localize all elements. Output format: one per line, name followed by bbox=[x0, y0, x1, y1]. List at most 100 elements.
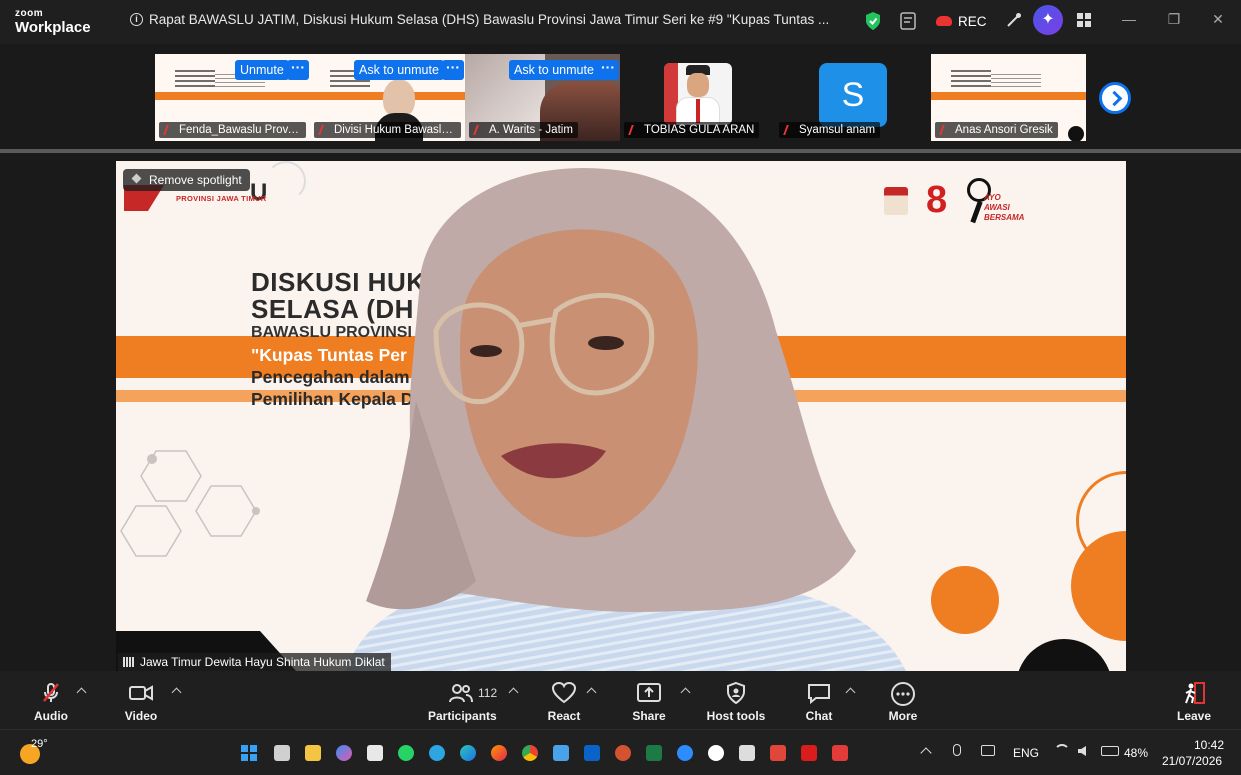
more-label: More bbox=[888, 709, 918, 723]
audio-label: Audio bbox=[34, 709, 68, 723]
react-label: React bbox=[547, 709, 581, 723]
task-view-icon[interactable] bbox=[274, 745, 290, 761]
participants-label: Participants bbox=[428, 709, 497, 723]
volume-icon[interactable] bbox=[1078, 746, 1086, 756]
host-tools-label: Host tools bbox=[706, 709, 766, 723]
participants-options-chevron-icon[interactable] bbox=[508, 687, 519, 698]
start-icon[interactable] bbox=[241, 745, 257, 761]
notepad-icon[interactable] bbox=[553, 745, 569, 761]
more-button[interactable]: More bbox=[886, 681, 920, 723]
mic-muted-icon bbox=[43, 683, 59, 702]
remove-spotlight-button[interactable]: Remove spotlight bbox=[123, 169, 250, 191]
audio-options-chevron-icon[interactable] bbox=[76, 687, 87, 698]
excel-icon[interactable] bbox=[646, 745, 662, 761]
more-options-button[interactable]: ··· bbox=[442, 60, 464, 80]
leave-door-icon bbox=[1185, 682, 1205, 704]
heart-icon bbox=[551, 681, 577, 704]
avatar: S bbox=[819, 63, 887, 127]
logo-top: zoom bbox=[15, 8, 44, 19]
chat-options-chevron-icon[interactable] bbox=[845, 687, 856, 698]
chat-label: Chat bbox=[805, 709, 833, 723]
store-icon[interactable] bbox=[367, 745, 383, 761]
participant-thumbnail[interactable]: Anas Ansori Gresik bbox=[931, 54, 1086, 141]
react-options-chevron-icon[interactable] bbox=[586, 687, 597, 698]
share-options-chevron-icon[interactable] bbox=[680, 687, 691, 698]
annotate-icon[interactable] bbox=[1005, 11, 1023, 29]
apps-grid-icon[interactable] bbox=[1076, 12, 1092, 28]
snipping-icon[interactable] bbox=[739, 745, 755, 761]
clock-date[interactable]: 21/07/2026 bbox=[1162, 754, 1222, 768]
pdf-editor-icon[interactable] bbox=[832, 745, 848, 761]
language-indicator[interactable]: ENG bbox=[1013, 746, 1039, 760]
tray-overflow-chevron-icon[interactable] bbox=[920, 747, 932, 759]
whatsapp-icon[interactable] bbox=[398, 745, 414, 761]
minimize-icon[interactable]: — bbox=[1122, 12, 1136, 26]
video-button[interactable]: Video bbox=[122, 681, 160, 723]
unmute-button[interactable]: Unmute bbox=[235, 60, 289, 80]
telegram-icon[interactable] bbox=[429, 745, 445, 761]
participant-thumbnail[interactable]: Unmute ··· Fenda_Bawaslu Prov. J... bbox=[155, 54, 310, 141]
battery-icon[interactable] bbox=[1101, 746, 1119, 756]
speaker-name-label: Jawa Timur Dewita Hayu Shinta Hukum Dikl… bbox=[118, 653, 391, 671]
participant-thumbnail[interactable]: S Syamsul anam bbox=[775, 54, 930, 141]
ask-to-unmute-button[interactable]: Ask to unmute bbox=[509, 60, 599, 80]
participant-thumbnail[interactable]: Ask to unmute ··· A. Warits - Jatim bbox=[465, 54, 620, 141]
encryption-shield-icon[interactable] bbox=[864, 11, 882, 31]
participant-photo bbox=[664, 63, 732, 125]
leave-button[interactable]: Leave bbox=[1176, 681, 1212, 723]
host-shield-icon bbox=[727, 681, 745, 705]
share-button[interactable]: Share bbox=[630, 681, 668, 723]
slide-text-lines bbox=[175, 70, 215, 90]
file-explorer-icon[interactable] bbox=[305, 745, 321, 761]
video-label: Video bbox=[124, 709, 158, 723]
ai-companion-icon[interactable]: ✦ bbox=[1033, 5, 1063, 35]
host-tools-button[interactable]: Host tools bbox=[706, 681, 766, 723]
slide-text-lines bbox=[991, 74, 1041, 88]
next-page-icon[interactable] bbox=[1099, 82, 1131, 114]
close-icon[interactable]: ✕ bbox=[1211, 12, 1225, 26]
participant-name: Divisi Hukum Bawaslu ... bbox=[314, 122, 461, 138]
pdf-app-icon[interactable] bbox=[770, 745, 786, 761]
participant-name: TOBIAS GULA ARAN bbox=[624, 122, 760, 138]
notes-icon[interactable] bbox=[900, 12, 916, 30]
weather-widget[interactable]: 29° bbox=[20, 738, 60, 768]
participant-thumbnail[interactable]: TOBIAS GULA ARAN bbox=[620, 54, 775, 141]
video-camera-icon bbox=[129, 685, 153, 701]
strip-divider[interactable] bbox=[0, 149, 1241, 153]
participant-name: A. Warits - Jatim bbox=[469, 122, 578, 138]
participant-name: Fenda_Bawaslu Prov. J... bbox=[159, 122, 306, 138]
copilot-icon[interactable] bbox=[336, 745, 352, 761]
mic-tray-icon[interactable] bbox=[953, 744, 961, 756]
ask-to-unmute-button[interactable]: Ask to unmute bbox=[354, 60, 444, 80]
recording-indicator[interactable]: REC bbox=[936, 8, 987, 34]
participant-strip: Unmute ··· Fenda_Bawaslu Prov. J... Ask … bbox=[0, 44, 1241, 148]
info-icon[interactable]: i bbox=[130, 13, 143, 26]
zoom-icon[interactable] bbox=[677, 745, 693, 761]
speaker-figure bbox=[346, 167, 906, 671]
more-options-button[interactable]: ··· bbox=[287, 60, 309, 80]
react-button[interactable]: React bbox=[545, 681, 583, 723]
chat-button[interactable]: Chat bbox=[800, 681, 838, 723]
acrobat-icon[interactable] bbox=[801, 745, 817, 761]
more-options-button[interactable]: ··· bbox=[597, 60, 619, 80]
slide-band bbox=[155, 92, 310, 100]
powerpoint-icon[interactable] bbox=[615, 745, 631, 761]
audio-button[interactable]: Audio bbox=[32, 681, 70, 723]
participant-thumbnail[interactable]: Ask to unmute ··· Divisi Hukum Bawaslu .… bbox=[310, 54, 465, 141]
clock-time[interactable]: 10:42 bbox=[1194, 738, 1224, 752]
participants-count: 112 bbox=[478, 686, 498, 700]
share-screen-icon bbox=[637, 683, 661, 702]
video-options-chevron-icon[interactable] bbox=[171, 687, 182, 698]
participants-icon bbox=[449, 684, 473, 703]
leave-label: Leave bbox=[1176, 709, 1212, 723]
restore-icon[interactable]: ❐ bbox=[1167, 12, 1181, 26]
firefox-icon[interactable] bbox=[491, 745, 507, 761]
meet-now-icon[interactable] bbox=[981, 745, 995, 756]
outlook-icon[interactable] bbox=[584, 745, 600, 761]
chrome-icon[interactable] bbox=[522, 745, 538, 761]
wifi-icon[interactable] bbox=[1054, 744, 1070, 760]
app-icon[interactable] bbox=[708, 745, 724, 761]
meeting-title[interactable]: i Rapat BAWASLU JATIM, Diskusi Hukum Sel… bbox=[130, 12, 829, 27]
edge-icon[interactable] bbox=[460, 745, 476, 761]
active-speaker-video[interactable]: U PROVINSI JAWA TIMUR 8 AYO AWASI BERSAM… bbox=[116, 161, 1126, 671]
